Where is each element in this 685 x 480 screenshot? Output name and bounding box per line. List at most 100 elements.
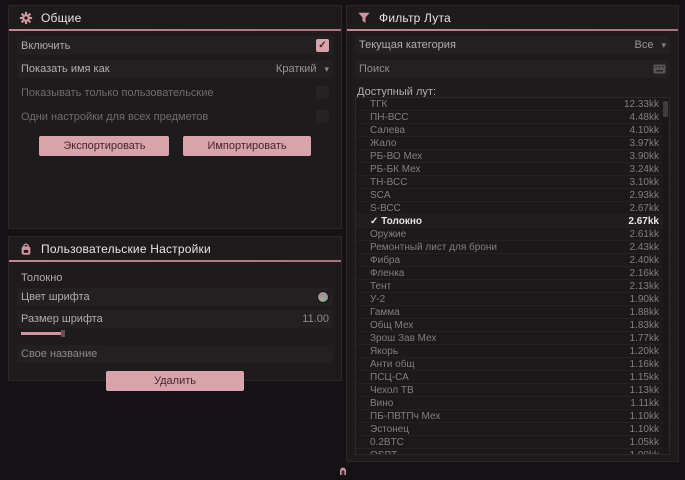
keyboard-icon[interactable]: [653, 64, 666, 74]
loot-item-row[interactable]: Ремонтный лист для брони2.43kk: [356, 241, 669, 254]
selected-item-name: Толокно: [21, 272, 333, 284]
loot-item-value: 1.20kk: [630, 346, 659, 357]
loot-item-row[interactable]: ТГК12.33kk: [356, 98, 669, 111]
loot-list: ТГК12.33kkПН-ВСС4.48kkСалева4.10kkЖало 3.…: [355, 97, 670, 455]
loot-item-name: Жало: [370, 138, 396, 149]
color-wheel-icon[interactable]: [317, 291, 329, 303]
setting-row-only-custom: Показывать только пользовательские: [17, 83, 333, 102]
loot-item-name: Оружие: [370, 229, 406, 240]
loot-item-value: 2.43kk: [630, 242, 659, 253]
loot-item-value: 1.83kk: [630, 320, 659, 331]
loot-item-name: Вино: [370, 398, 393, 409]
setting-row-same-settings: Одни настройки для всех предметов: [17, 107, 333, 126]
loot-item-row[interactable]: Жало 3.97kk: [356, 137, 669, 150]
slider-handle[interactable]: [61, 330, 65, 337]
loot-item-row[interactable]: Гамма1.88kk: [356, 306, 669, 319]
font-color-row: Цвет шрифта: [17, 288, 333, 306]
loot-item-row[interactable]: РБ-БК Мех3.24kk: [356, 163, 669, 176]
loot-panel-header: Фильтр Лута: [347, 6, 678, 29]
enable-checkbox[interactable]: [316, 39, 329, 52]
loot-item-value: 2.61kk: [630, 229, 659, 240]
loot-list-scrollbar[interactable]: [663, 99, 668, 453]
name-mode-value: Краткий: [276, 63, 317, 75]
loot-item-row[interactable]: Анти общ 1.16kk: [356, 358, 669, 371]
loot-item-row[interactable]: ТН-ВСС3.10kk: [356, 176, 669, 189]
loot-item-value: 1.10kk: [630, 424, 659, 435]
name-mode-dropdown[interactable]: Краткий ▾: [276, 63, 329, 75]
backpack-icon: [19, 242, 33, 256]
loot-item-name: ✓ Толокно: [370, 216, 422, 227]
loot-item-name: Анти общ: [370, 359, 415, 370]
scrollbar-handle[interactable]: [663, 101, 668, 117]
general-panel-header: Общие: [9, 6, 341, 29]
loot-item-name: Тент: [370, 281, 391, 292]
custom-name-input[interactable]: Свое название: [17, 345, 333, 363]
setting-row-name-mode: Показать имя как Краткий ▾: [17, 60, 333, 78]
custom-panel-header: Пользовательские Настройки: [9, 237, 341, 260]
loot-item-row[interactable]: S-ВСС 2.67kk: [356, 202, 669, 215]
loot-item-name: Общ Мех: [370, 320, 413, 331]
loot-item-row[interactable]: Тент2.13kk: [356, 280, 669, 293]
search-placeholder: Поиск: [359, 63, 389, 75]
loot-item-name: S-ВСС: [370, 203, 401, 214]
loot-item-value: 3.97kk: [630, 138, 659, 149]
category-value: Все: [635, 39, 654, 51]
loot-item-row[interactable]: ПБ-ПВТПч Мех1.10kk: [356, 410, 669, 423]
loot-item-row[interactable]: Зрош Зав Мех1.77kk: [356, 332, 669, 345]
only-custom-checkbox[interactable]: [316, 86, 329, 99]
loot-item-value: 2.67kk: [628, 216, 659, 227]
loot-item-name: Фибра: [370, 255, 400, 266]
loot-item-row[interactable]: SCA2.93kk: [356, 189, 669, 202]
loot-item-row[interactable]: ПН-ВСС4.48kk: [356, 111, 669, 124]
general-panel-title: Общие: [41, 11, 81, 25]
loot-item-row[interactable]: Салева4.10kk: [356, 124, 669, 137]
font-size-label: Размер шрифта: [21, 313, 103, 325]
funnel-icon: [357, 11, 371, 25]
loot-item-name: Фленка: [370, 268, 404, 279]
divider: [9, 260, 341, 262]
loot-item-row[interactable]: 0.2BTC1.05kk: [356, 436, 669, 449]
loot-item-row[interactable]: ✓ Толокно 2.67kk: [356, 215, 669, 228]
loot-item-row[interactable]: Фибра2.40kk: [356, 254, 669, 267]
font-size-slider[interactable]: [21, 330, 329, 338]
loot-item-value: 1.88kk: [630, 307, 659, 318]
loot-item-row[interactable]: Эстонец1.10kk: [356, 423, 669, 436]
loot-item-row[interactable]: У-2 1.90kk: [356, 293, 669, 306]
loot-item-value: 2.67kk: [630, 203, 659, 214]
same-settings-checkbox[interactable]: [316, 110, 329, 123]
same-settings-label: Одни настройки для всех предметов: [21, 111, 208, 123]
loot-item-row[interactable]: Общ Мех 1.83kk: [356, 319, 669, 332]
loot-item-value: 1.00kk: [630, 450, 659, 456]
import-button[interactable]: Импортировать: [183, 136, 310, 156]
loot-item-row[interactable]: Фленка2.16kk: [356, 267, 669, 280]
loot-item-row[interactable]: OSPT 1.00kk: [356, 449, 669, 455]
loot-item-name: У-2: [370, 294, 385, 305]
custom-name-placeholder: Свое название: [21, 348, 97, 360]
loot-item-row[interactable]: Оружие 2.61kk: [356, 228, 669, 241]
loot-item-value: 4.48kk: [630, 112, 659, 123]
chevron-down-icon: ▾: [324, 64, 329, 75]
general-panel: Общие Включить Показать имя как Краткий …: [8, 5, 342, 229]
category-label: Текущая категория: [359, 39, 456, 51]
category-dropdown[interactable]: Все ▾: [635, 39, 667, 51]
only-custom-label: Показывать только пользовательские: [21, 87, 214, 99]
loot-item-name: ПСЦ-СА: [370, 372, 409, 383]
search-input[interactable]: Поиск: [355, 60, 670, 78]
gear-icon: [19, 11, 33, 25]
loot-item-name: OSPT: [370, 450, 397, 456]
loot-item-value: 1.13kk: [630, 385, 659, 396]
loot-item-value: 1.90kk: [630, 294, 659, 305]
name-mode-label: Показать имя как: [21, 63, 110, 75]
delete-button[interactable]: Удалить: [106, 371, 244, 391]
font-size-row[interactable]: Размер шрифта 11.00: [17, 310, 333, 328]
loot-item-name: 0.2BTC: [370, 437, 404, 448]
loot-item-row[interactable]: Чехол ТВ1.13kk: [356, 384, 669, 397]
loot-item-row[interactable]: Якорь1.20kk: [356, 345, 669, 358]
loot-item-value: 1.16kk: [630, 359, 659, 370]
loot-item-row[interactable]: ПСЦ-СА 1.15kk: [356, 371, 669, 384]
export-button[interactable]: Экспортировать: [39, 136, 169, 156]
loot-item-value: 1.15kk: [630, 372, 659, 383]
loot-item-name: ТН-ВСС: [370, 177, 407, 188]
loot-item-row[interactable]: РБ-ВО Мех3.90kk: [356, 150, 669, 163]
loot-item-row[interactable]: Вино1.11kk: [356, 397, 669, 410]
